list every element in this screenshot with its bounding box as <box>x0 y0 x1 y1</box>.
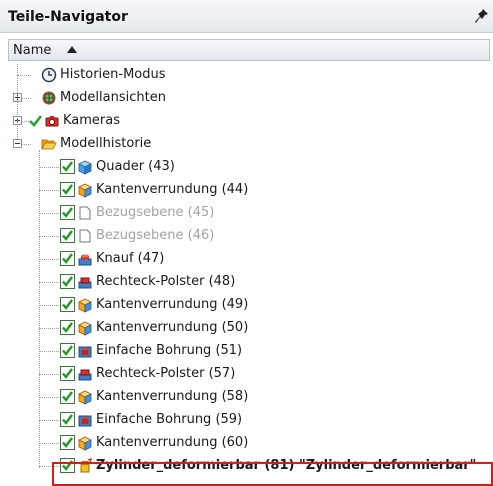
tree-connector <box>39 213 61 214</box>
hole-icon <box>77 343 93 359</box>
checkbox[interactable] <box>60 343 75 358</box>
hole-icon <box>77 412 93 428</box>
pad-icon <box>77 366 93 382</box>
checkbox[interactable] <box>60 435 75 450</box>
name-column-header[interactable]: Name <box>8 39 490 61</box>
selection-highlight <box>52 462 493 486</box>
tree-item[interactable]: Kantenverrundung (49) <box>8 294 493 316</box>
datum-plane-icon <box>77 205 93 221</box>
tree-connector <box>39 167 61 168</box>
edge-blend-icon <box>77 320 93 336</box>
camera-icon <box>44 113 60 129</box>
tree-item-label: Kantenverrundung (44) <box>96 182 249 197</box>
tree-item[interactable]: Rechteck-Polster (48) <box>8 271 493 293</box>
tree-item-label: Historien-Modus <box>60 67 166 82</box>
tree-item-label: Einfache Bohrung (59) <box>96 412 243 427</box>
tree-connector <box>39 374 61 375</box>
pad-icon <box>77 274 93 290</box>
tree-item-label: Rechteck-Polster (57) <box>96 366 236 381</box>
tree-item[interactable]: Einfache Bohrung (59) <box>8 409 493 431</box>
tree-item-label: Quader (43) <box>96 159 175 174</box>
checkbox[interactable] <box>60 182 75 197</box>
tree-item-label: Kantenverrundung (49) <box>96 297 249 312</box>
tree-connector <box>39 259 61 260</box>
checkbox[interactable] <box>60 389 75 404</box>
tree-connector <box>39 443 61 444</box>
tree-connector <box>39 420 61 421</box>
tree-item[interactable]: Kantenverrundung (44) <box>8 179 493 201</box>
tree-item[interactable]: Einfache Bohrung (51) <box>8 340 493 362</box>
edge-blend-icon <box>77 435 93 451</box>
tree-item[interactable]: Kantenverrundung (58) <box>8 386 493 408</box>
tree-connector <box>17 75 31 76</box>
block-icon <box>77 159 93 175</box>
tree-branch-line <box>39 150 40 468</box>
tree-connector <box>39 351 61 352</box>
tree-item-label: Einfache Bohrung (51) <box>96 343 243 358</box>
visible-check-icon[interactable] <box>28 113 43 128</box>
tree-item[interactable]: Kameras <box>8 110 493 132</box>
sort-ascending-icon <box>67 46 77 53</box>
tree-item-label: Bezugsebene (45) <box>96 205 215 220</box>
tree-item[interactable]: Rechteck-Polster (57) <box>8 363 493 385</box>
tree-item-label: Modellhistorie <box>60 136 152 151</box>
edge-blend-icon <box>77 182 93 198</box>
tree-item[interactable]: Quader (43) <box>8 156 493 178</box>
tree-item-label: Kameras <box>63 113 121 128</box>
checkbox[interactable] <box>60 251 75 266</box>
collapse-icon[interactable] <box>13 139 22 148</box>
edge-blend-icon <box>77 389 93 405</box>
tree-connector <box>39 190 61 191</box>
tree-item[interactable]: Kantenverrundung (50) <box>8 317 493 339</box>
tree-item-label: Kantenverrundung (60) <box>96 435 249 450</box>
panel-title: Teile-Navigator <box>8 9 128 25</box>
pin-icon[interactable] <box>475 8 489 24</box>
tree-connector <box>39 397 61 398</box>
checkbox[interactable] <box>60 159 75 174</box>
tree-connector <box>39 305 61 306</box>
tree-item-label: Kantenverrundung (50) <box>96 320 249 335</box>
column-header-label: Name <box>13 43 52 58</box>
clock-icon <box>41 67 57 83</box>
tree-connector <box>39 282 61 283</box>
tree-item[interactable]: Modellansichten <box>8 87 493 109</box>
tree-root-line <box>17 64 18 139</box>
datum-plane-icon <box>77 228 93 244</box>
tree-item[interactable]: Historien-Modus <box>8 64 493 86</box>
boss-icon <box>77 251 93 267</box>
tree-connector <box>39 236 61 237</box>
checkbox[interactable] <box>60 320 75 335</box>
checkbox[interactable] <box>60 366 75 381</box>
checkbox[interactable] <box>60 228 75 243</box>
checkbox[interactable] <box>60 205 75 220</box>
tree-item[interactable]: Bezugsebene (46) <box>8 225 493 247</box>
tree-item-label: Rechteck-Polster (48) <box>96 274 236 289</box>
panel-titlebar: Teile-Navigator <box>0 0 493 33</box>
checkbox[interactable] <box>60 412 75 427</box>
model-views-icon <box>41 90 57 106</box>
tree-item[interactable]: Knauf (47) <box>8 248 493 270</box>
tree-item-label: Modellansichten <box>60 90 166 105</box>
tree-item[interactable]: Modellhistorie <box>8 133 493 155</box>
tree-item[interactable]: Kantenverrundung (60) <box>8 432 493 454</box>
edge-blend-icon <box>77 297 93 313</box>
open-folder-icon <box>41 136 57 152</box>
tree-item-label: Knauf (47) <box>96 251 165 266</box>
tree-item[interactable]: Bezugsebene (45) <box>8 202 493 224</box>
part-navigator-tree: Historien-Modus Modellansichten Kameras Mod… <box>8 61 493 486</box>
tree-connector <box>39 328 61 329</box>
tree-item-label: Bezugsebene (46) <box>96 228 215 243</box>
checkbox[interactable] <box>60 274 75 289</box>
tree-item-label: Kantenverrundung (58) <box>96 389 249 404</box>
checkbox[interactable] <box>60 297 75 312</box>
